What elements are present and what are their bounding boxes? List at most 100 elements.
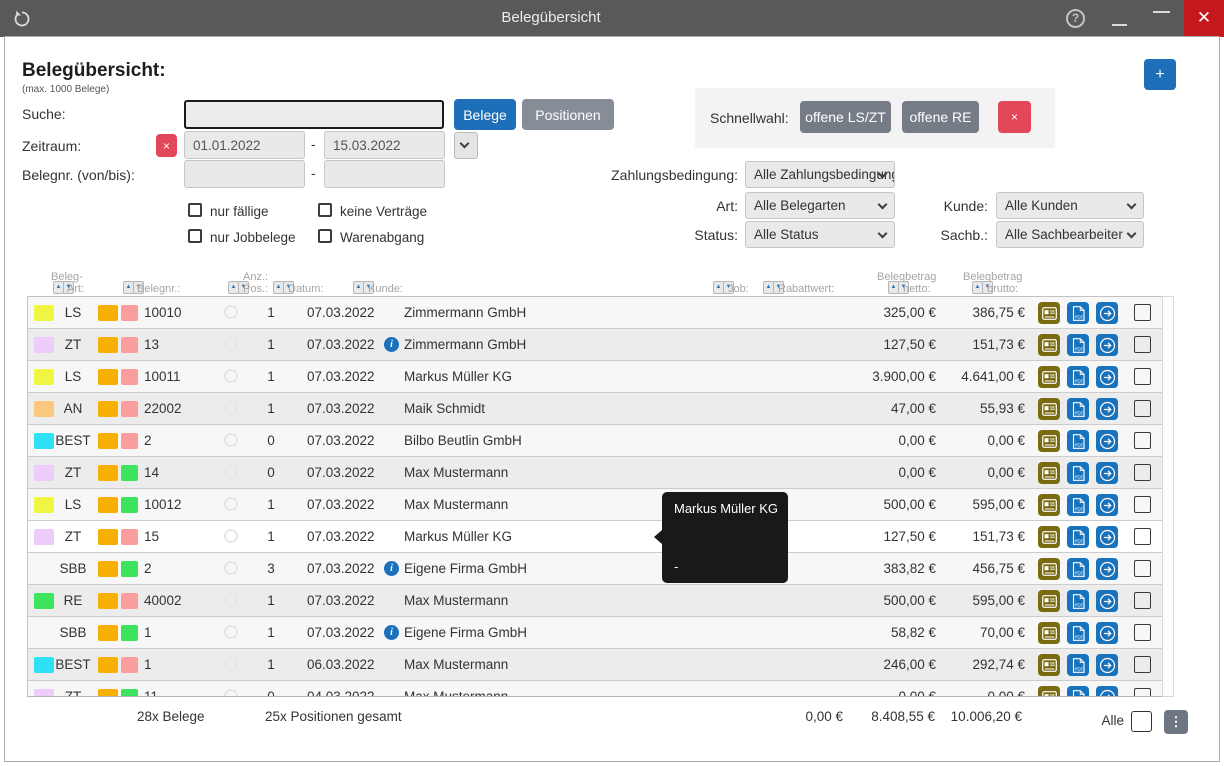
more-options-button[interactable]: ⋮ [1164, 710, 1188, 734]
belegart-swatch [34, 369, 54, 385]
row-checkbox[interactable] [1134, 656, 1151, 673]
date-range-dropdown-button[interactable] [454, 132, 478, 159]
date-from-input[interactable] [184, 131, 305, 159]
table-row[interactable]: LS10012107.03.2022Max Mustermann500,00 €… [28, 489, 1162, 521]
pdf-button[interactable]: PDF [1067, 366, 1089, 388]
kunde-card-button[interactable] [1038, 334, 1060, 356]
open-beleg-button[interactable] [1096, 686, 1118, 697]
row-checkbox[interactable] [1134, 496, 1151, 513]
kunde-card-button[interactable] [1038, 398, 1060, 420]
open-beleg-button[interactable] [1096, 398, 1118, 420]
zeitraum-clear-button[interactable]: × [156, 134, 177, 157]
refresh-icon[interactable] [12, 9, 32, 29]
info-icon[interactable]: i [384, 337, 399, 352]
open-beleg-button[interactable] [1096, 590, 1118, 612]
row-checkbox[interactable] [1134, 592, 1151, 609]
open-beleg-button[interactable] [1096, 558, 1118, 580]
search-input[interactable] [184, 100, 444, 129]
pdf-button[interactable]: PDF [1067, 590, 1089, 612]
table-row[interactable]: SBB1107.03.2022iEigene Firma GmbH58,82 €… [28, 617, 1162, 649]
pdf-button[interactable]: PDF [1067, 654, 1089, 676]
row-checkbox[interactable] [1134, 304, 1151, 321]
open-beleg-button[interactable] [1096, 494, 1118, 516]
kunde-card-button[interactable] [1038, 558, 1060, 580]
open-beleg-button[interactable] [1096, 302, 1118, 324]
belegnr-from-input[interactable] [184, 160, 305, 188]
kunde-card-button[interactable] [1038, 494, 1060, 516]
table-row[interactable]: ZT14007.03.2022Max Mustermann0,00 €0,00 … [28, 457, 1162, 489]
row-checkbox[interactable] [1134, 560, 1151, 577]
table-row[interactable]: ZT13107.03.2022iZimmermann GmbH127,50 €1… [28, 329, 1162, 361]
row-checkbox[interactable] [1134, 528, 1151, 545]
select-status[interactable]: Alle Status [745, 221, 895, 248]
checkbox-nur-jobbelege[interactable] [188, 229, 202, 243]
kunde-card-button[interactable] [1038, 622, 1060, 644]
offene-lszt-button[interactable]: offene LS/ZT [800, 101, 891, 133]
open-beleg-button[interactable] [1096, 526, 1118, 548]
open-beleg-button[interactable] [1096, 334, 1118, 356]
table-row[interactable]: LS10011107.03.2022Markus Müller KG3.900,… [28, 361, 1162, 393]
open-beleg-button[interactable] [1096, 622, 1118, 644]
row-checkbox[interactable] [1134, 336, 1151, 353]
kunde-card-button[interactable] [1038, 302, 1060, 324]
row-checkbox[interactable] [1134, 688, 1151, 697]
table-row[interactable]: LS10010107.03.2022Zimmermann GmbH325,00 … [28, 297, 1162, 329]
table-row[interactable]: BEST1106.03.2022Max Mustermann246,00 €29… [28, 649, 1162, 681]
minimize-button[interactable] [1112, 24, 1127, 26]
open-beleg-button[interactable] [1096, 462, 1118, 484]
belege-button[interactable]: Belege [454, 99, 516, 130]
pdf-button[interactable]: PDF [1067, 302, 1089, 324]
table-scrollbar[interactable] [1162, 296, 1174, 697]
kunde-card-button[interactable] [1038, 590, 1060, 612]
select-zahlungsbedingung[interactable]: Alle Zahlungsbedingungen [745, 161, 895, 188]
table-row[interactable]: ZT11004.03.2022Max Mustermann0,00 €0,00 … [28, 681, 1162, 697]
kunde-card-button[interactable] [1038, 462, 1060, 484]
offene-re-button[interactable]: offene RE [902, 101, 979, 133]
schnellwahl-clear-button[interactable]: × [998, 101, 1031, 133]
table-row[interactable]: AN22002107.03.2022Maik Schmidt47,00 €55,… [28, 393, 1162, 425]
table-row[interactable]: SBB2307.03.2022iEigene Firma GmbH383,82 … [28, 553, 1162, 585]
select-art[interactable]: Alle Belegarten [745, 192, 895, 219]
pdf-button[interactable]: PDF [1067, 622, 1089, 644]
kunde-card-button[interactable] [1038, 526, 1060, 548]
maximize-button[interactable] [1153, 11, 1170, 13]
pdf-button[interactable]: PDF [1067, 526, 1089, 548]
kunde-card-button[interactable] [1038, 430, 1060, 452]
pdf-button[interactable]: PDF [1067, 430, 1089, 452]
pdf-button[interactable]: PDF [1067, 462, 1089, 484]
table-row[interactable]: RE40002107.03.2022Max Mustermann500,00 €… [28, 585, 1162, 617]
checkbox-warenabgang[interactable] [318, 229, 332, 243]
open-beleg-button[interactable] [1096, 430, 1118, 452]
pdf-button[interactable]: PDF [1067, 558, 1089, 580]
info-icon[interactable]: i [384, 625, 399, 640]
date-to-input[interactable] [324, 131, 445, 159]
pdf-button[interactable]: PDF [1067, 686, 1089, 697]
table-row[interactable]: ZT15107.03.2022Markus Müller KG127,50 €1… [28, 521, 1162, 553]
row-checkbox[interactable] [1134, 400, 1151, 417]
pdf-button[interactable]: PDF [1067, 494, 1089, 516]
row-checkbox[interactable] [1134, 464, 1151, 481]
close-button[interactable]: ✕ [1184, 0, 1224, 37]
row-checkbox[interactable] [1134, 432, 1151, 449]
kunde-card-button[interactable] [1038, 654, 1060, 676]
help-icon[interactable]: ? [1066, 9, 1085, 28]
kunde-card-button[interactable] [1038, 366, 1060, 388]
pdf-button[interactable]: PDF [1067, 334, 1089, 356]
checkbox-keine-vertraege[interactable] [318, 203, 332, 217]
positionen-button[interactable]: Positionen [522, 99, 614, 130]
select-kunde[interactable]: Alle Kunden [996, 192, 1144, 219]
open-beleg-button[interactable] [1096, 366, 1118, 388]
add-button[interactable]: + [1144, 59, 1176, 90]
status-swatch-1 [98, 625, 118, 641]
pdf-button[interactable]: PDF [1067, 398, 1089, 420]
row-checkbox[interactable] [1134, 368, 1151, 385]
row-checkbox[interactable] [1134, 624, 1151, 641]
open-beleg-button[interactable] [1096, 654, 1118, 676]
alle-checkbox[interactable] [1131, 711, 1152, 732]
checkbox-nur-faellige[interactable] [188, 203, 202, 217]
select-sachbearbeiter[interactable]: Alle Sachbearbeiter [996, 221, 1144, 248]
kunde-card-button[interactable] [1038, 686, 1060, 697]
info-icon[interactable]: i [384, 561, 399, 576]
belegnr-to-input[interactable] [324, 160, 445, 188]
table-row[interactable]: BEST2007.03.2022Bilbo Beutlin GmbH0,00 €… [28, 425, 1162, 457]
